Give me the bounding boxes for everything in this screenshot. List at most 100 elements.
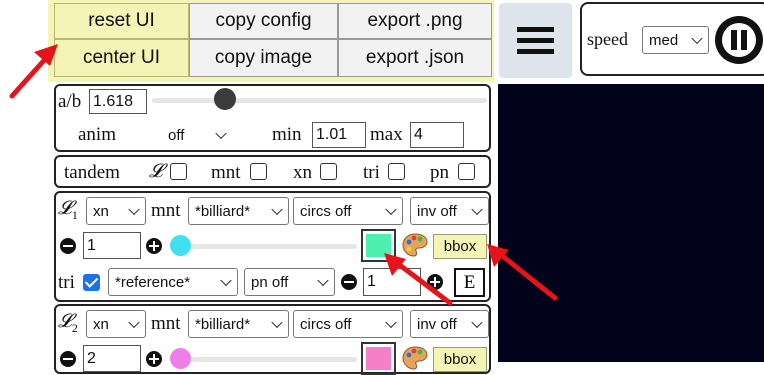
l2-label: 𝓛2 [58,311,78,336]
ratio-label: a/b [58,91,82,112]
l1-slider-track[interactable] [191,244,357,249]
l2-color-swatch[interactable] [361,342,396,375]
l1-count-input[interactable]: 1 [83,232,141,259]
l1-mnt-value: *billiard* [195,202,251,220]
l1-inv-select[interactable]: inv off [410,197,489,225]
tandem-l-checkbox[interactable] [170,163,187,180]
l1-reference-select[interactable]: *reference* [108,268,238,296]
chevron-down-icon [128,316,140,329]
tandem-pn-label: pn [430,162,449,183]
l1-script: 𝓛 [58,198,72,219]
l2-mnt-label: mnt [151,313,181,334]
l2-bbox-button[interactable]: bbox [433,347,487,372]
chevron-down-icon [691,32,703,45]
l1-bbox-button[interactable]: bbox [433,234,487,259]
l1-tri-count-input[interactable]: 1 [363,268,421,296]
export-json-button[interactable]: export .json [338,39,492,77]
speed-select-value: med [649,31,679,49]
l2-type-value: xn [93,315,109,333]
l2-mnt-select[interactable]: *billiard* [188,310,289,338]
chevron-down-icon [385,203,397,216]
tandem-xn-label: xn [293,162,312,183]
l1-pn-select[interactable]: pn off [244,268,335,296]
l1-mnt-select[interactable]: *billiard* [188,197,289,225]
ratio-slider-thumb[interactable] [214,88,236,110]
palette-icon[interactable] [402,345,428,371]
l1-circs-value: circs off [300,202,352,220]
tandem-panel: tandem 𝓛 mnt xn tri pn [54,155,491,188]
l1-color-swatch[interactable] [361,229,396,262]
l1-tri-checkbox[interactable] [83,274,100,291]
speed-panel: speed med [580,2,764,76]
l2-script: 𝓛 [58,311,72,332]
tandem-pn-checkbox[interactable] [458,163,475,180]
chevron-down-icon [471,316,483,329]
minus-circle-icon[interactable] [60,351,76,367]
l1-circs-select[interactable]: circs off [293,197,403,225]
l2-inv-select[interactable]: inv off [410,310,489,338]
chevron-down-icon [220,274,232,287]
chevron-down-icon [128,203,140,216]
l1-type-value: xn [93,202,109,220]
l1-reference-value: *reference* [115,273,191,291]
copy-image-button[interactable]: copy image [189,39,338,77]
export-png-button[interactable]: export .png [338,3,492,39]
l1-sub: 1 [71,207,78,222]
chevron-down-icon [215,127,227,140]
anim-select[interactable]: off [162,122,232,148]
anim-label: anim [78,124,116,145]
speed-label: speed [587,29,628,49]
l2-circs-value: circs off [300,315,352,333]
min-input[interactable]: 1.01 [312,122,366,148]
chevron-down-icon [471,203,483,216]
l2-inv-value: inv off [417,315,457,333]
tandem-tri-label: tri [363,162,380,183]
chevron-down-icon [271,316,283,329]
ratio-slider-track[interactable] [152,98,487,103]
l1-label: 𝓛1 [58,198,78,223]
l2-panel: 𝓛2 xn mnt *billiard* circs off inv off 2… [54,304,491,375]
l1-slider-thumb[interactable] [170,235,191,256]
plus-circle-icon[interactable] [146,238,162,254]
l2-count-input[interactable]: 2 [83,345,141,372]
l1-e-button[interactable]: E [454,268,485,297]
l1-inv-value: inv off [417,202,457,220]
plus-circle-icon[interactable] [427,274,443,290]
l2-type-select[interactable]: xn [86,310,146,338]
tandem-mnt-checkbox[interactable] [250,163,267,180]
minus-circle-icon[interactable] [60,238,76,254]
l1-e-label: E [463,271,476,293]
l1-type-select[interactable]: xn [86,197,146,225]
l2-mnt-value: *billiard* [195,315,251,333]
minus-circle-icon[interactable] [341,274,357,290]
anim-select-value: off [168,126,185,144]
l1-panel: 𝓛1 xn mnt *billiard* circs off inv off 1… [54,191,491,302]
tandem-xn-checkbox[interactable] [320,163,337,180]
ratio-input[interactable]: 1.618 [89,89,147,114]
l2-circs-select[interactable]: circs off [293,310,403,338]
tandem-label: tandem [64,162,120,183]
center-ui-button[interactable]: center UI [54,39,189,77]
l1-mnt-label: mnt [151,200,181,221]
min-label: min [272,124,302,145]
ratio-panel: a/b 1.618 anim off min 1.01 max 4 [54,84,491,152]
menu-icon [517,27,554,54]
tandem-l-label: 𝓛 [149,161,163,182]
tandem-tri-checkbox[interactable] [388,163,405,180]
chevron-down-icon [317,274,329,287]
l2-slider-track[interactable] [191,357,357,362]
max-input[interactable]: 4 [410,122,464,148]
l2-slider-thumb[interactable] [170,348,191,369]
l1-color-fill [366,234,391,257]
l1-tri-label: tri [58,272,75,293]
max-label: max [370,124,403,145]
menu-button[interactable] [499,3,572,78]
reset-ui-button[interactable]: reset UI [54,3,189,39]
palette-icon[interactable] [402,232,428,258]
tandem-mnt-label: mnt [211,162,241,183]
pause-icon[interactable] [713,14,764,66]
render-canvas[interactable] [498,84,764,362]
copy-config-button[interactable]: copy config [189,3,338,39]
plus-circle-icon[interactable] [146,351,162,367]
speed-select[interactable]: med [642,26,709,54]
